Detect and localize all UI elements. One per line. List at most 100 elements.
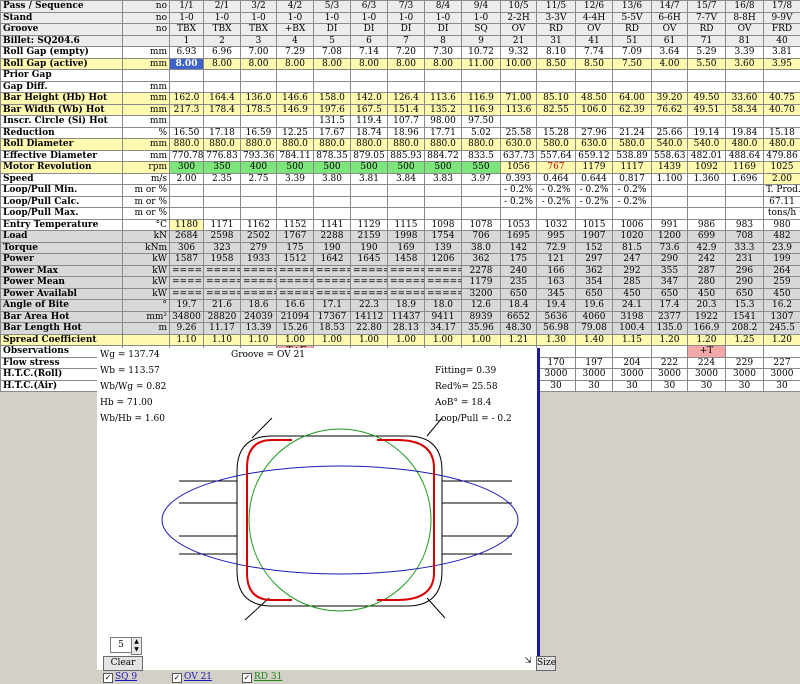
table-cell[interactable]: 1.21 — [500, 333, 537, 346]
table-cell[interactable]: 3.97 — [461, 172, 501, 185]
table-cell[interactable]: 4 — [276, 34, 314, 47]
table-cell[interactable]: 41 — [575, 34, 613, 47]
table-cell[interactable]: 170 — [536, 356, 576, 369]
table-cell[interactable]: 13.39 — [240, 322, 277, 335]
table-cell[interactable] — [687, 80, 726, 93]
table-cell[interactable]: 245.5 — [763, 322, 800, 335]
table-cell[interactable]: 7.00 — [240, 46, 277, 59]
table-cell[interactable]: 217.3 — [169, 103, 204, 116]
table-cell[interactable] — [536, 80, 576, 93]
table-cell[interactable]: 73.6 — [651, 241, 688, 254]
table-cell[interactable]: 347 — [651, 276, 688, 289]
table-cell[interactable]: 15.3 — [725, 299, 764, 312]
table-cell[interactable]: ======> — [203, 264, 241, 277]
table-cell[interactable]: SQ — [461, 23, 501, 36]
table-cell[interactable]: 784.11 — [276, 149, 314, 162]
table-cell[interactable]: 49.50 — [687, 92, 726, 105]
scale-spin-input[interactable]: 5 — [110, 637, 132, 653]
table-cell[interactable]: 1206 — [424, 253, 462, 266]
table-cell[interactable] — [612, 345, 652, 358]
table-cell[interactable]: ======> — [387, 276, 425, 289]
table-cell[interactable]: 17.18 — [203, 126, 241, 139]
table-cell[interactable]: 8.00 — [387, 57, 425, 70]
table-cell[interactable]: 146.6 — [276, 92, 314, 105]
table-cell[interactable]: 16.59 — [240, 126, 277, 139]
table-cell[interactable]: 1933 — [240, 253, 277, 266]
table-cell[interactable] — [725, 69, 764, 82]
table-cell[interactable] — [203, 80, 241, 93]
table-cell[interactable]: 97.50 — [461, 115, 501, 128]
table-cell[interactable] — [169, 184, 204, 197]
table-cell[interactable]: 6/3 — [350, 0, 388, 13]
table-cell[interactable]: OV — [651, 23, 688, 36]
table-cell[interactable]: 7.74 — [575, 46, 613, 59]
table-cell[interactable]: 0.393 — [500, 172, 537, 185]
table-cell[interactable]: 3/2 — [240, 0, 277, 13]
table-cell[interactable]: 190 — [350, 241, 388, 254]
table-cell[interactable]: 81 — [725, 34, 764, 47]
clear-button[interactable]: Clear — [103, 656, 143, 671]
table-cell[interactable]: ======> — [169, 264, 204, 277]
table-cell[interactable]: 1169 — [725, 161, 764, 174]
table-cell[interactable]: 71.00 — [500, 92, 537, 105]
table-cell[interactable]: 167.5 — [350, 103, 388, 116]
table-cell[interactable]: 880.0 — [203, 138, 241, 151]
table-cell[interactable]: 1092 — [687, 161, 726, 174]
table-cell[interactable]: 240 — [500, 264, 537, 277]
table-cell[interactable]: 580.0 — [612, 138, 652, 151]
table-cell[interactable] — [350, 207, 388, 220]
table-cell[interactable]: RD — [612, 23, 652, 36]
table-cell[interactable]: 199 — [763, 253, 800, 266]
table-cell[interactable]: 5 — [313, 34, 351, 47]
table-cell[interactable]: 1-0 — [276, 11, 314, 24]
table-cell[interactable]: 500 — [276, 161, 314, 174]
table-cell[interactable]: 1056 — [500, 161, 537, 174]
table-cell[interactable]: 1695 — [500, 230, 537, 243]
table-cell[interactable]: 72.9 — [536, 241, 576, 254]
table-cell[interactable]: 3000 — [725, 368, 764, 381]
table-cell[interactable]: 630.0 — [500, 138, 537, 151]
table-cell[interactable]: 362 — [461, 253, 501, 266]
table-cell[interactable] — [763, 345, 800, 358]
table-cell[interactable]: 30 — [575, 379, 613, 392]
table-cell[interactable]: 323 — [203, 241, 241, 254]
table-cell[interactable]: 540.0 — [651, 138, 688, 151]
table-cell[interactable] — [276, 207, 314, 220]
table-cell[interactable] — [313, 80, 351, 93]
table-cell[interactable]: 17/8 — [763, 0, 800, 13]
table-cell[interactable] — [387, 195, 425, 208]
table-cell[interactable]: 98.00 — [424, 115, 462, 128]
table-cell[interactable] — [240, 115, 277, 128]
table-cell[interactable]: 18.4 — [500, 299, 537, 312]
table-cell[interactable]: TBX — [169, 23, 204, 36]
table-cell[interactable]: 119.4 — [350, 115, 388, 128]
table-cell[interactable]: 306 — [169, 241, 204, 254]
table-cell[interactable]: 9/4 — [461, 0, 501, 13]
table-cell[interactable]: 40.70 — [763, 103, 800, 116]
table-cell[interactable] — [500, 69, 537, 82]
table-cell[interactable]: 7.20 — [387, 46, 425, 59]
table-cell[interactable]: 1/1 — [169, 0, 204, 13]
table-cell[interactable]: +T — [687, 345, 726, 358]
table-cell[interactable]: 879.05 — [350, 149, 388, 162]
table-cell[interactable]: 121 — [536, 253, 576, 266]
table-cell[interactable] — [424, 195, 462, 208]
table-cell[interactable]: 8 — [424, 34, 462, 47]
table-cell[interactable] — [276, 80, 314, 93]
table-cell[interactable]: ======> — [203, 287, 241, 300]
table-cell[interactable]: ======> — [313, 276, 351, 289]
table-cell[interactable]: 450 — [687, 287, 726, 300]
table-cell[interactable]: ======> — [424, 276, 462, 289]
table-cell[interactable]: TBX — [240, 23, 277, 36]
table-cell[interactable] — [313, 184, 351, 197]
table-cell[interactable]: 222 — [651, 356, 688, 369]
table-cell[interactable]: 18.53 — [313, 322, 351, 335]
table-cell[interactable]: 8.00 — [169, 57, 204, 70]
table-cell[interactable]: 1171 — [203, 218, 241, 231]
table-cell[interactable]: 580.0 — [536, 138, 576, 151]
table-cell[interactable]: 8.10 — [536, 46, 576, 59]
table-cell[interactable] — [461, 195, 501, 208]
table-cell[interactable]: 82.55 — [536, 103, 576, 116]
table-cell[interactable] — [500, 115, 537, 128]
table-cell[interactable]: DI — [424, 23, 462, 36]
